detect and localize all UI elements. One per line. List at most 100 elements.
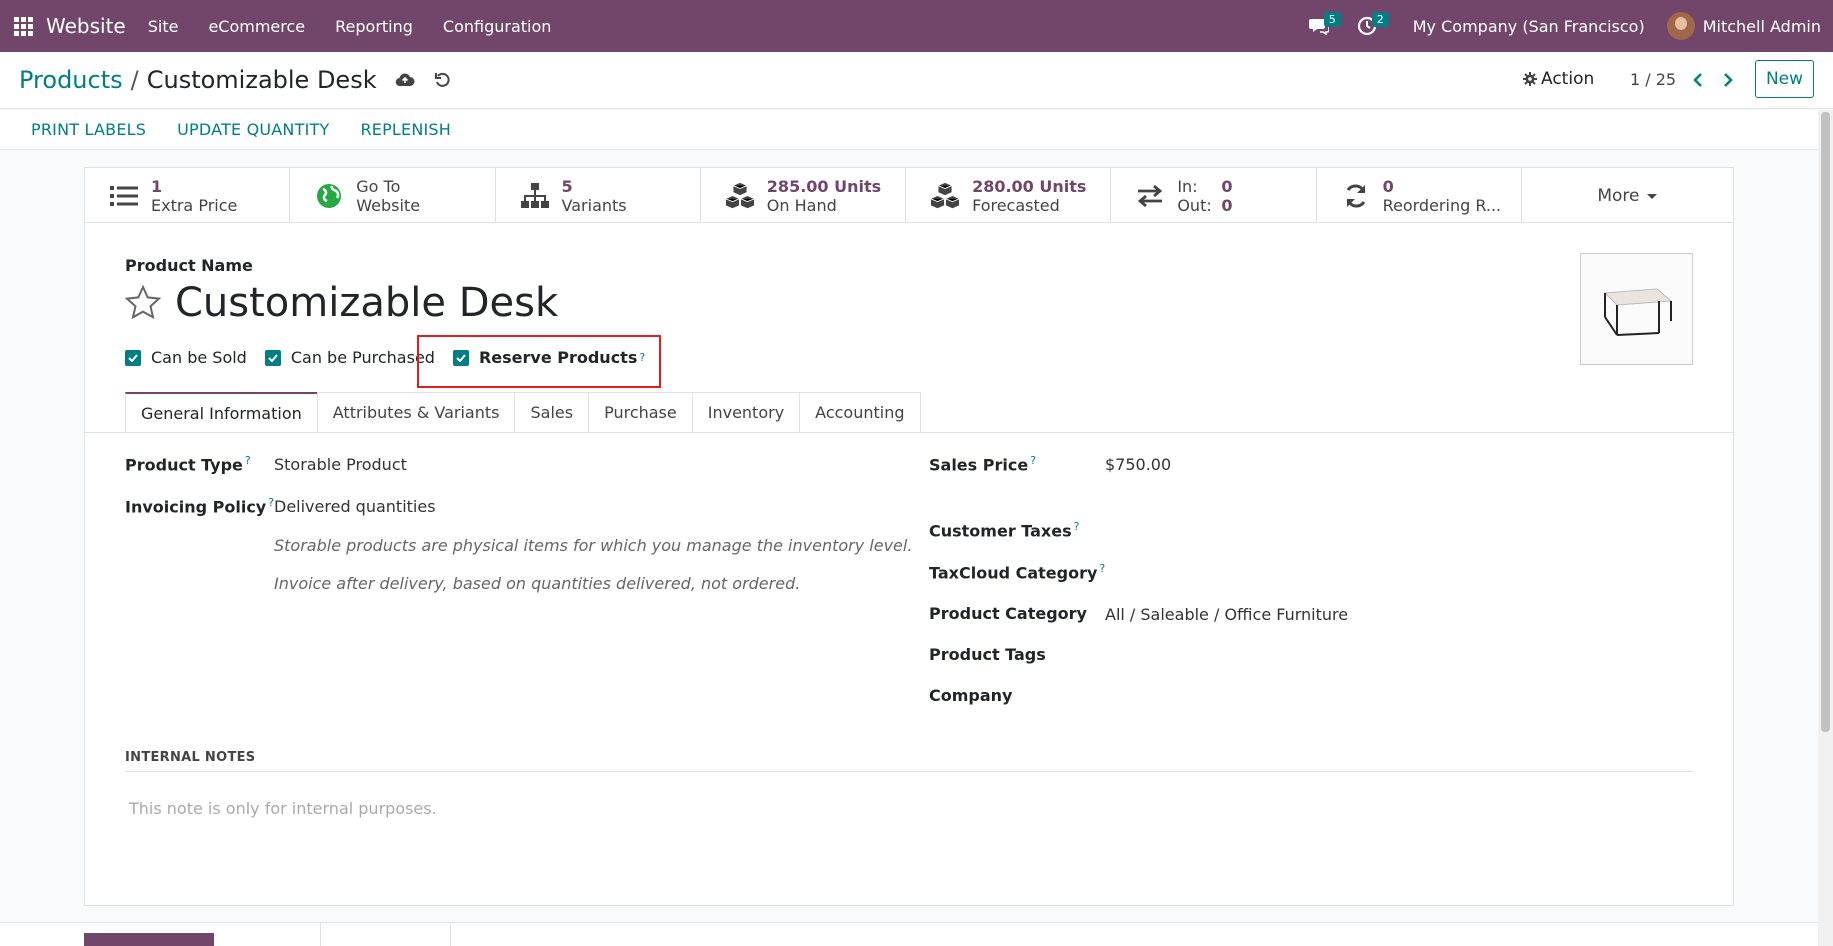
- variants-value: 5: [561, 176, 573, 196]
- forecasted-label: Forecasted: [972, 195, 1060, 215]
- notebook-tabs: General Information Attributes & Variant…: [125, 392, 921, 433]
- reordering-value: 0: [1382, 176, 1394, 196]
- website-line2: Website: [356, 195, 421, 215]
- company-label: Company: [929, 686, 1013, 705]
- pager: 1 / 25: [1630, 70, 1736, 89]
- in-value: 0: [1221, 176, 1233, 196]
- product-tags-label: Product Tags: [929, 645, 1046, 664]
- breadcrumb-current: Customizable Desk: [146, 66, 377, 94]
- cubes-forecast-icon: [930, 181, 960, 211]
- check-icon: [125, 349, 141, 366]
- tab-sales[interactable]: Sales: [514, 392, 590, 432]
- reordering-label: Reordering R...: [1382, 195, 1502, 215]
- taxcloud-category-label: TaxCloud Category?: [929, 562, 1106, 583]
- in-label: In:: [1177, 176, 1198, 196]
- discard-undo-icon[interactable]: [433, 70, 453, 90]
- replenish-button[interactable]: REPLENISH: [360, 120, 451, 139]
- internal-notes-field[interactable]: This note is only for internal purposes.: [129, 799, 437, 818]
- product-image[interactable]: [1580, 253, 1693, 365]
- scroll-thumb[interactable]: [1821, 112, 1830, 732]
- sales-price-label: Sales Price?: [929, 454, 1037, 475]
- product-category-field[interactable]: All / Saleable / Office Furniture: [1105, 605, 1348, 624]
- notes-divider: [125, 771, 1693, 772]
- go-to-website-button[interactable]: Go To Website: [290, 168, 496, 223]
- forecasted-value: 280.00 Units: [972, 176, 1087, 196]
- customer-taxes-label: Customer Taxes?: [929, 520, 1080, 541]
- variants-button[interactable]: 5 Variants: [496, 168, 701, 223]
- product-type-help: Storable products are physical items for…: [274, 536, 913, 555]
- tab-general-information[interactable]: General Information: [125, 392, 318, 433]
- list-icon: [109, 181, 139, 211]
- form-statusbar: PRINT LABELS UPDATE QUANTITY REPLENISH: [0, 110, 1833, 150]
- internal-notes-title: INTERNAL NOTES: [125, 750, 256, 765]
- extra-price-value: 1: [151, 176, 163, 196]
- sales-price-field[interactable]: $750.00: [1105, 455, 1171, 474]
- messages-button[interactable]: 5: [1299, 0, 1341, 52]
- sitemap-icon: [520, 181, 550, 211]
- user-menu[interactable]: Mitchell Admin: [1703, 17, 1821, 36]
- out-value: 0: [1221, 195, 1233, 215]
- product-name-field[interactable]: Customizable Desk: [175, 280, 558, 326]
- product-name-label: Product Name: [125, 256, 253, 275]
- extra-price-label: Extra Price: [151, 195, 238, 215]
- reordering-rules-button[interactable]: 0 Reordering R...: [1317, 168, 1522, 223]
- more-button[interactable]: More: [1522, 168, 1733, 223]
- on-hand-value: 285.00 Units: [766, 176, 882, 196]
- activities-button[interactable]: 2: [1347, 0, 1389, 52]
- user-avatar[interactable]: [1666, 12, 1695, 40]
- in-out-button[interactable]: In: 0 Out: 0: [1111, 168, 1317, 223]
- action-label: Action: [1541, 69, 1595, 89]
- tab-attributes-variants[interactable]: Attributes & Variants: [316, 392, 516, 432]
- menu-site[interactable]: Site: [148, 17, 179, 36]
- breadcrumb-separator: /: [130, 66, 139, 94]
- can-be-sold-checkbox[interactable]: Can be Sold: [125, 348, 247, 367]
- pager-previous-icon[interactable]: [1690, 72, 1706, 88]
- tab-purchase[interactable]: Purchase: [588, 392, 693, 432]
- send-message-button[interactable]: [84, 933, 214, 946]
- forecasted-button[interactable]: 280.00 Units Forecasted: [906, 168, 1112, 223]
- tab-accounting[interactable]: Accounting: [799, 392, 921, 432]
- chatter-strip: [0, 922, 1818, 946]
- messages-badge: 5: [1323, 12, 1341, 27]
- new-button[interactable]: New: [1755, 60, 1814, 98]
- save-cloud-icon[interactable]: [395, 70, 415, 90]
- extra-price-button[interactable]: 1 Extra Price: [85, 168, 291, 223]
- print-labels-button[interactable]: PRINT LABELS: [31, 120, 146, 139]
- invoicing-policy-field[interactable]: Delivered quantities: [274, 497, 436, 516]
- app-name[interactable]: Website: [46, 14, 126, 38]
- gear-icon: [1523, 72, 1537, 86]
- page-scrollbar[interactable]: [1818, 110, 1833, 946]
- refresh-icon: [1341, 181, 1371, 211]
- can-be-sold-label: Can be Sold: [151, 348, 247, 367]
- tab-inventory[interactable]: Inventory: [691, 392, 801, 432]
- menu-configuration[interactable]: Configuration: [443, 17, 552, 36]
- on-hand-button[interactable]: 285.00 Units On Hand: [701, 168, 907, 223]
- globe-icon: [314, 181, 344, 211]
- action-menu-button[interactable]: Action: [1523, 69, 1594, 89]
- out-label: Out:: [1177, 195, 1212, 215]
- desk-image-icon: [1603, 288, 1672, 336]
- product-type-field[interactable]: Storable Product: [274, 455, 407, 474]
- exchange-icon: [1135, 181, 1165, 211]
- can-be-purchased-label: Can be Purchased: [290, 348, 435, 367]
- variants-label: Variants: [561, 195, 627, 215]
- more-label: More: [1597, 185, 1640, 206]
- website-line1: Go To: [356, 176, 401, 196]
- pager-value[interactable]: 1 / 25: [1630, 70, 1676, 89]
- company-switcher[interactable]: My Company (San Francisco): [1413, 17, 1645, 36]
- invoicing-policy-label: Invoicing Policy?: [125, 496, 275, 517]
- cubes-icon: [725, 181, 755, 211]
- breadcrumb: Products / Customizable Desk: [19, 66, 453, 94]
- apps-menu-icon[interactable]: [0, 0, 46, 52]
- favorite-star-icon[interactable]: [125, 285, 161, 321]
- menu-ecommerce[interactable]: eCommerce: [208, 17, 305, 36]
- pager-next-icon[interactable]: [1720, 72, 1736, 88]
- on-hand-label: On Hand: [766, 195, 837, 215]
- top-navbar: Website Site eCommerce Reporting Configu…: [0, 0, 1833, 52]
- can-be-purchased-checkbox[interactable]: Can be Purchased: [264, 348, 435, 367]
- invoicing-policy-help: Invoice after delivery, based on quantit…: [274, 574, 801, 593]
- highlight-box: [417, 335, 661, 388]
- update-quantity-button[interactable]: UPDATE QUANTITY: [177, 120, 329, 139]
- breadcrumb-products[interactable]: Products: [19, 66, 123, 94]
- menu-reporting[interactable]: Reporting: [335, 17, 413, 36]
